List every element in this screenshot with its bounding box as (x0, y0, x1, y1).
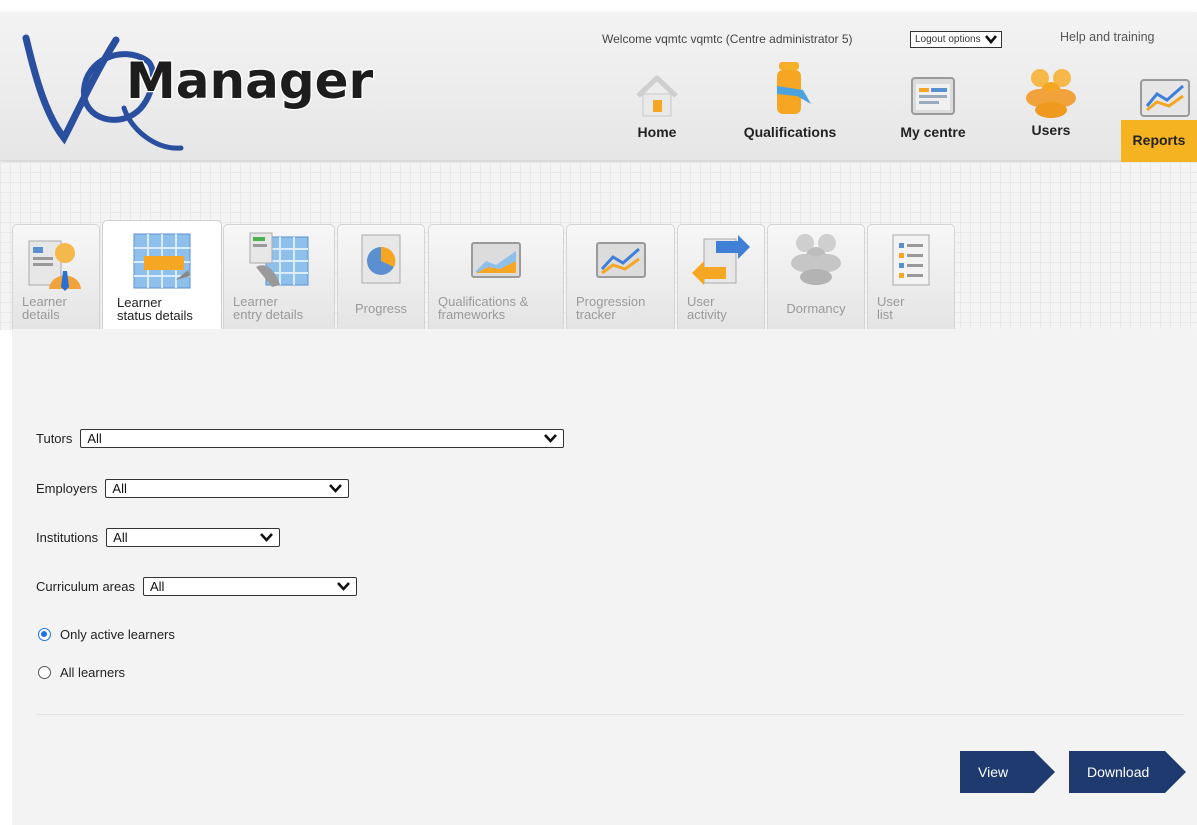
logo-wordmark: Manager (126, 52, 374, 110)
page: Manager Welcome vqmtc vqmtc (Centre admi… (0, 0, 1197, 825)
tab-user-list[interactable]: User list (867, 224, 955, 329)
progression-tracker-icon (595, 242, 646, 278)
institutions-label: Institutions (36, 530, 99, 545)
radio-only-active-learners[interactable]: Only active learners (38, 627, 175, 642)
tab-progression-tracker-label: Progression tracker (576, 294, 646, 322)
nav-home[interactable]: Home (628, 72, 686, 140)
learner-entry-details-icon (249, 232, 309, 287)
learner-status-details-icon (133, 233, 191, 289)
view-button-label: View (978, 764, 1009, 780)
institutions-filter: Institutions All (36, 528, 281, 547)
learner-details-icon (28, 240, 81, 291)
institutions-select[interactable]: All (106, 528, 281, 547)
user-list-icon (892, 234, 930, 286)
tab-user-list-label: User list (877, 294, 905, 322)
radio-only-active-learners-label: Only active learners (60, 627, 175, 642)
tutors-label: Tutors (36, 431, 73, 446)
tab-qualifications-frameworks[interactable]: Qualifications & frameworks (428, 224, 564, 329)
tab-learner-details[interactable]: Learner details (12, 224, 100, 329)
reports-icon (1140, 79, 1190, 117)
tab-progress-label: Progress (354, 301, 408, 316)
tutors-filter: Tutors All (36, 429, 565, 448)
nav-reports[interactable]: Reports (1121, 120, 1197, 162)
curriculum-areas-filter: Curriculum areas All (36, 577, 357, 596)
tab-learner-status-details-label: Learner status details (117, 295, 193, 323)
section-divider (36, 714, 1184, 715)
curriculum-areas-label: Curriculum areas (36, 579, 135, 594)
nav-my-centre[interactable]: My centre (896, 72, 970, 140)
employers-select[interactable]: All (105, 479, 350, 498)
tab-learner-entry-details-label: Learner entry details (233, 294, 304, 322)
users-icon (1026, 69, 1076, 118)
tab-progress[interactable]: Progress (337, 224, 425, 329)
chevron-down-icon (984, 35, 997, 44)
nav-qualifications-label: Qualifications (743, 124, 837, 140)
tab-learner-details-label: Learner details (22, 294, 67, 322)
logout-options-dropdown[interactable]: Logout options (910, 31, 1002, 48)
vqmanager-logo[interactable]: Manager (6, 20, 386, 160)
tab-progression-tracker[interactable]: Progression tracker (566, 224, 675, 329)
download-button-label: Download (1087, 764, 1150, 780)
chevron-down-icon (544, 434, 558, 443)
tab-dormancy[interactable]: Dormancy (767, 224, 865, 329)
radio-all-learners-label: All learners (60, 665, 126, 680)
download-button[interactable]: Download (1069, 751, 1186, 793)
logout-options-label: Logout options (915, 34, 981, 45)
employers-filter: Employers All (36, 479, 350, 498)
welcome-message: Welcome vqmtc vqmtc (Centre administrato… (602, 32, 853, 46)
arrow-right-icon (1034, 751, 1055, 793)
view-button[interactable]: View (960, 751, 1055, 793)
top-header: Manager Welcome vqmtc vqmtc (Centre admi… (0, 12, 1197, 161)
nav-my-centre-label: My centre (900, 124, 966, 140)
chevron-down-icon (329, 484, 343, 493)
chevron-down-icon (260, 533, 274, 542)
tab-user-activity[interactable]: User activity (677, 224, 765, 329)
curriculum-areas-select[interactable]: All (142, 577, 357, 596)
tab-dormancy-label: Dormancy (786, 301, 846, 316)
tutors-select[interactable]: All (80, 429, 565, 448)
help-and-training-link[interactable]: Help and training (1060, 30, 1155, 44)
chevron-down-icon (337, 582, 350, 591)
tab-learner-status-details[interactable]: Learner status details (102, 220, 222, 330)
arrow-right-icon (1165, 751, 1186, 793)
progress-icon (361, 234, 401, 284)
reports-nav-icon-wrap[interactable] (1136, 74, 1194, 120)
nav-users[interactable]: Users (1016, 69, 1086, 138)
dormancy-icon (791, 234, 841, 285)
my-centre-icon (911, 77, 955, 115)
qualifications-frameworks-icon (471, 242, 521, 278)
nav-qualifications[interactable]: Qualifications (738, 62, 842, 140)
employers-label: Employers (36, 481, 98, 496)
nav-users-label: Users (1031, 122, 1071, 138)
tab-user-activity-label: User activity (687, 294, 727, 322)
tab-learner-entry-details[interactable]: Learner entry details (223, 224, 335, 329)
home-icon (636, 75, 678, 117)
radio-all-learners[interactable]: All learners (38, 665, 125, 680)
tab-qualifications-frameworks-label: Qualifications & frameworks (438, 294, 529, 322)
radio-selected-indicator (38, 628, 51, 641)
user-activity-icon (692, 235, 750, 285)
nav-reports-label: Reports (1132, 132, 1186, 148)
qualifications-icon (777, 62, 811, 114)
radio-unselected-indicator (38, 666, 51, 679)
nav-home-label: Home (637, 124, 677, 140)
